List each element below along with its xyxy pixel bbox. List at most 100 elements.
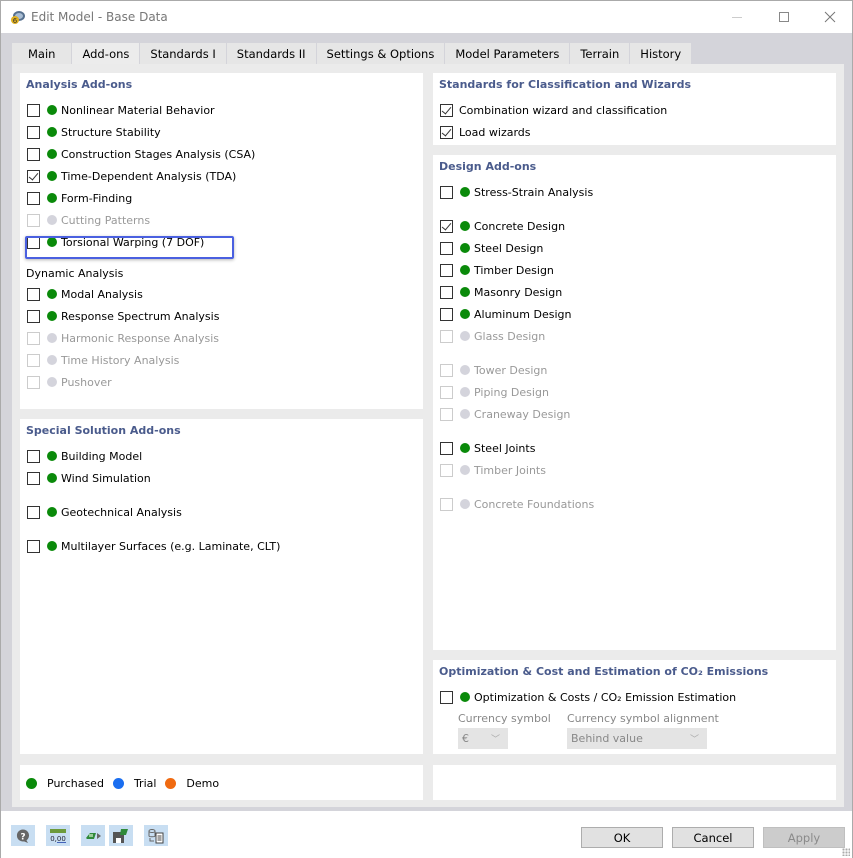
checkbox[interactable] (440, 285, 453, 299)
checkbox[interactable] (27, 169, 40, 183)
addon-item-stress-strain-analysis[interactable]: Stress-Strain Analysis (440, 184, 593, 200)
checkbox[interactable] (440, 307, 453, 321)
legend-label: Demo (186, 777, 220, 790)
units-button[interactable]: 0,00 (46, 825, 70, 846)
currency-alignment-label: Currency symbol alignment (567, 712, 719, 725)
tab-history[interactable]: History (630, 43, 693, 64)
model-action-button[interactable] (81, 825, 105, 846)
addon-item-timber-design[interactable]: Timber Design (440, 262, 554, 278)
close-button[interactable] (807, 1, 853, 33)
addon-item-wind-simulation[interactable]: Wind Simulation (27, 470, 151, 486)
resize-grip[interactable] (842, 848, 850, 856)
checkbox[interactable] (27, 235, 40, 249)
maximize-icon (779, 12, 789, 22)
checkbox[interactable] (27, 471, 40, 485)
currency-symbol-select[interactable]: € ﹀ (458, 728, 508, 749)
addon-label: Concrete Design (474, 219, 566, 233)
addon-item-aluminum-design[interactable]: Aluminum Design (440, 306, 571, 322)
standards-wizards-panel: Standards for Classification and Wizards… (433, 73, 836, 145)
addon-item-response-spectrum-analysis[interactable]: Response Spectrum Analysis (27, 308, 219, 324)
tab-terrain[interactable]: Terrain (570, 43, 631, 64)
analysis-addons-panel: Analysis Add-ons Nonlinear Material Beha… (20, 73, 423, 409)
checkbox[interactable] (27, 505, 40, 519)
model-arrow-icon (86, 832, 101, 839)
addon-item-combination-wizard-and-classification[interactable]: Combination wizard and classification (440, 102, 667, 118)
license-status-dot-icon (460, 365, 470, 375)
special-addons-panel: Special Solution Add-ons Building Model W… (20, 419, 423, 754)
addon-item-construction-stages-analysis-csa[interactable]: Construction Stages Analysis (CSA) (27, 146, 255, 162)
apply-button[interactable]: Apply (763, 827, 845, 848)
help-button[interactable]: ? (11, 825, 35, 846)
checkbox[interactable] (440, 263, 453, 277)
optimization-title: Optimization & Cost and Estimation of CO… (439, 665, 769, 678)
checkbox[interactable] (440, 219, 453, 233)
addon-item-load-wizards[interactable]: Load wizards (440, 124, 531, 140)
checkbox[interactable] (27, 309, 40, 323)
checkbox (440, 329, 453, 343)
checkbox[interactable] (440, 241, 453, 255)
addon-item-structure-stability[interactable]: Structure Stability (27, 124, 161, 140)
checkbox[interactable] (440, 125, 453, 139)
checkbox[interactable] (440, 185, 453, 199)
checkbox[interactable] (440, 103, 453, 117)
addon-item-concrete-design[interactable]: Concrete Design (440, 218, 565, 234)
save-model-button[interactable] (109, 825, 133, 846)
tab-main[interactable]: Main (12, 43, 73, 64)
currency-alignment-select[interactable]: Behind value ﹀ (567, 728, 707, 749)
addon-item-steel-joints[interactable]: Steel Joints (440, 440, 535, 456)
license-status-dot-icon (47, 215, 57, 225)
minimize-button[interactable] (714, 1, 760, 33)
checkbox[interactable] (440, 441, 453, 455)
addon-item-nonlinear-material-behavior[interactable]: Nonlinear Material Behavior (27, 102, 215, 118)
addon-label: Aluminum Design (474, 307, 572, 321)
legend-panel: Purchased Trial Demo (20, 765, 423, 800)
addon-item-form-finding[interactable]: Form-Finding (27, 190, 132, 206)
addon-label: Time History Analysis (61, 353, 180, 367)
database-copy-button[interactable] (144, 825, 168, 846)
addon-label: Timber Joints (474, 463, 546, 477)
ok-button[interactable]: OK (581, 827, 663, 848)
checkbox[interactable] (27, 191, 40, 205)
checkbox[interactable] (27, 287, 40, 301)
checkbox[interactable] (27, 103, 40, 117)
tab-standards-i[interactable]: Standards I (140, 43, 227, 64)
checkbox[interactable] (27, 449, 40, 463)
addon-label: Tower Design (474, 363, 548, 377)
addon-item-pushover: Pushover (27, 374, 112, 390)
checkbox[interactable] (27, 147, 40, 161)
addon-label: Timber Design (474, 263, 554, 277)
addon-label: Modal Analysis (61, 287, 143, 301)
tab-add-ons[interactable]: Add-ons (72, 43, 141, 65)
addon-item-time-dependent-analysis-tda[interactable]: Time-Dependent Analysis (TDA) (27, 168, 236, 184)
cancel-button[interactable]: Cancel (672, 827, 754, 848)
addon-label: Multilayer Surfaces (e.g. Laminate, CLT) (61, 539, 281, 553)
tab-settings-options[interactable]: Settings & Options (316, 43, 446, 64)
license-status-dot-icon (47, 311, 57, 321)
addon-item-masonry-design[interactable]: Masonry Design (440, 284, 562, 300)
tab-standards-ii[interactable]: Standards II (226, 43, 317, 64)
addon-item-modal-analysis[interactable]: Modal Analysis (27, 286, 143, 302)
checkbox[interactable] (27, 125, 40, 139)
license-status-dot-icon (460, 243, 470, 253)
tab-bar: Main Add-ons Standards I Standards II Settin… (12, 43, 693, 65)
addon-label: Load wizards (459, 125, 531, 139)
addon-label: Geotechnical Analysis (61, 505, 182, 519)
addon-label: Steel Joints (474, 441, 536, 455)
addon-item-building-model[interactable]: Building Model (27, 448, 142, 464)
license-status-dot-icon (460, 331, 470, 341)
currency-alignment-value: Behind value (571, 732, 643, 745)
license-status-dot-icon (460, 692, 470, 702)
design-addons-title: Design Add-ons (439, 160, 537, 173)
design-addons-panel: Design Add-ons Stress-Strain Analysis Con… (433, 155, 836, 650)
addon-item-multilayer-surfaces-e-g-laminate-clt[interactable]: Multilayer Surfaces (e.g. Laminate, CLT) (27, 538, 280, 554)
database-copy-icon (148, 828, 164, 843)
checkbox[interactable] (27, 539, 40, 553)
addon-item-steel-design[interactable]: Steel Design (440, 240, 543, 256)
addon-item-torsional-warping-7-dof[interactable]: Torsional Warping (7 DOF) (27, 234, 204, 250)
checkbox[interactable] (440, 690, 453, 704)
maximize-button[interactable] (761, 1, 807, 33)
addon-item-optimization-costs[interactable]: Optimization & Costs / CO₂ Emission Esti… (440, 689, 736, 705)
tab-model-parameters[interactable]: Model Parameters (445, 43, 571, 64)
addon-label: Masonry Design (474, 285, 563, 299)
addon-item-geotechnical-analysis[interactable]: Geotechnical Analysis (27, 504, 182, 520)
